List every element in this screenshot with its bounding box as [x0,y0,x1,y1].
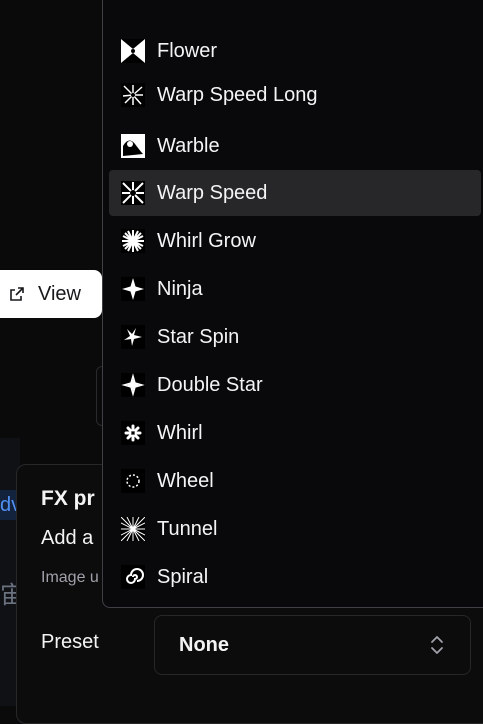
menu-item-label: Warp Speed [157,181,268,204]
wheel-icon [121,469,145,493]
menu-item-label: Whirl Grow [157,229,256,252]
panel-title: FX pr [41,487,95,510]
menu-item-ninja[interactable]: Ninja [109,266,481,312]
menu-item-label: Ninja [157,277,203,300]
panel-note: Image u [41,569,99,586]
tunnel-icon [121,517,145,541]
menu-item-spiral[interactable]: Spiral [109,554,481,600]
menu-item-label: Warp Speed Long [157,83,318,106]
menu-item-label: Wheel [157,469,214,492]
menu-item-label: Whirl [157,421,203,444]
menu-item-warble[interactable]: Warble [109,123,481,169]
menu-item-wheel[interactable]: Wheel [109,458,481,504]
menu-item-star-spin[interactable]: Star Spin [109,314,481,360]
menu-item-double-star[interactable]: Double Star [109,362,481,408]
warble-icon [121,134,145,158]
background-glyph-fragment: 宙 [0,582,16,609]
menu-item-label: Spiral [157,565,209,588]
menu-item-label: Double Star [157,373,263,396]
star-spin-icon [121,325,145,349]
preset-dropdown-menu: Flower Warp Speed Long Warble Warp Speed… [102,0,483,608]
warp-speed-long-icon [121,83,145,107]
preset-select-value: None [179,633,229,656]
menu-item-warp-speed-long[interactable]: Warp Speed Long [109,72,481,118]
menu-item-label: Warble [157,134,220,157]
panel-description: Add a [41,527,94,549]
whirl-icon [121,421,145,445]
external-link-icon [8,285,26,303]
menu-item-label: Star Spin [157,325,240,348]
view-button[interactable]: View [0,270,102,318]
ninja-icon [121,277,145,301]
whirl-grow-icon [121,229,145,253]
menu-item-flower[interactable]: Flower [109,28,481,74]
menu-item-tunnel[interactable]: Tunnel [109,506,481,552]
spiral-icon [121,565,145,589]
menu-item-label: Tunnel [157,517,218,540]
menu-item-whirl[interactable]: Whirl [109,410,481,456]
menu-item-label: Flower [157,39,218,62]
preset-label: Preset [41,631,99,653]
flower-icon [121,39,145,63]
view-button-label: View [38,282,81,305]
background-link-fragment: dv [0,490,16,520]
menu-item-whirl-grow[interactable]: Whirl Grow [109,218,481,264]
double-star-icon [121,373,145,397]
preset-select[interactable]: None [154,615,471,675]
chevron-up-down-icon [430,634,444,656]
menu-item-warp-speed[interactable]: Warp Speed [109,170,481,216]
warp-speed-icon [121,181,145,205]
